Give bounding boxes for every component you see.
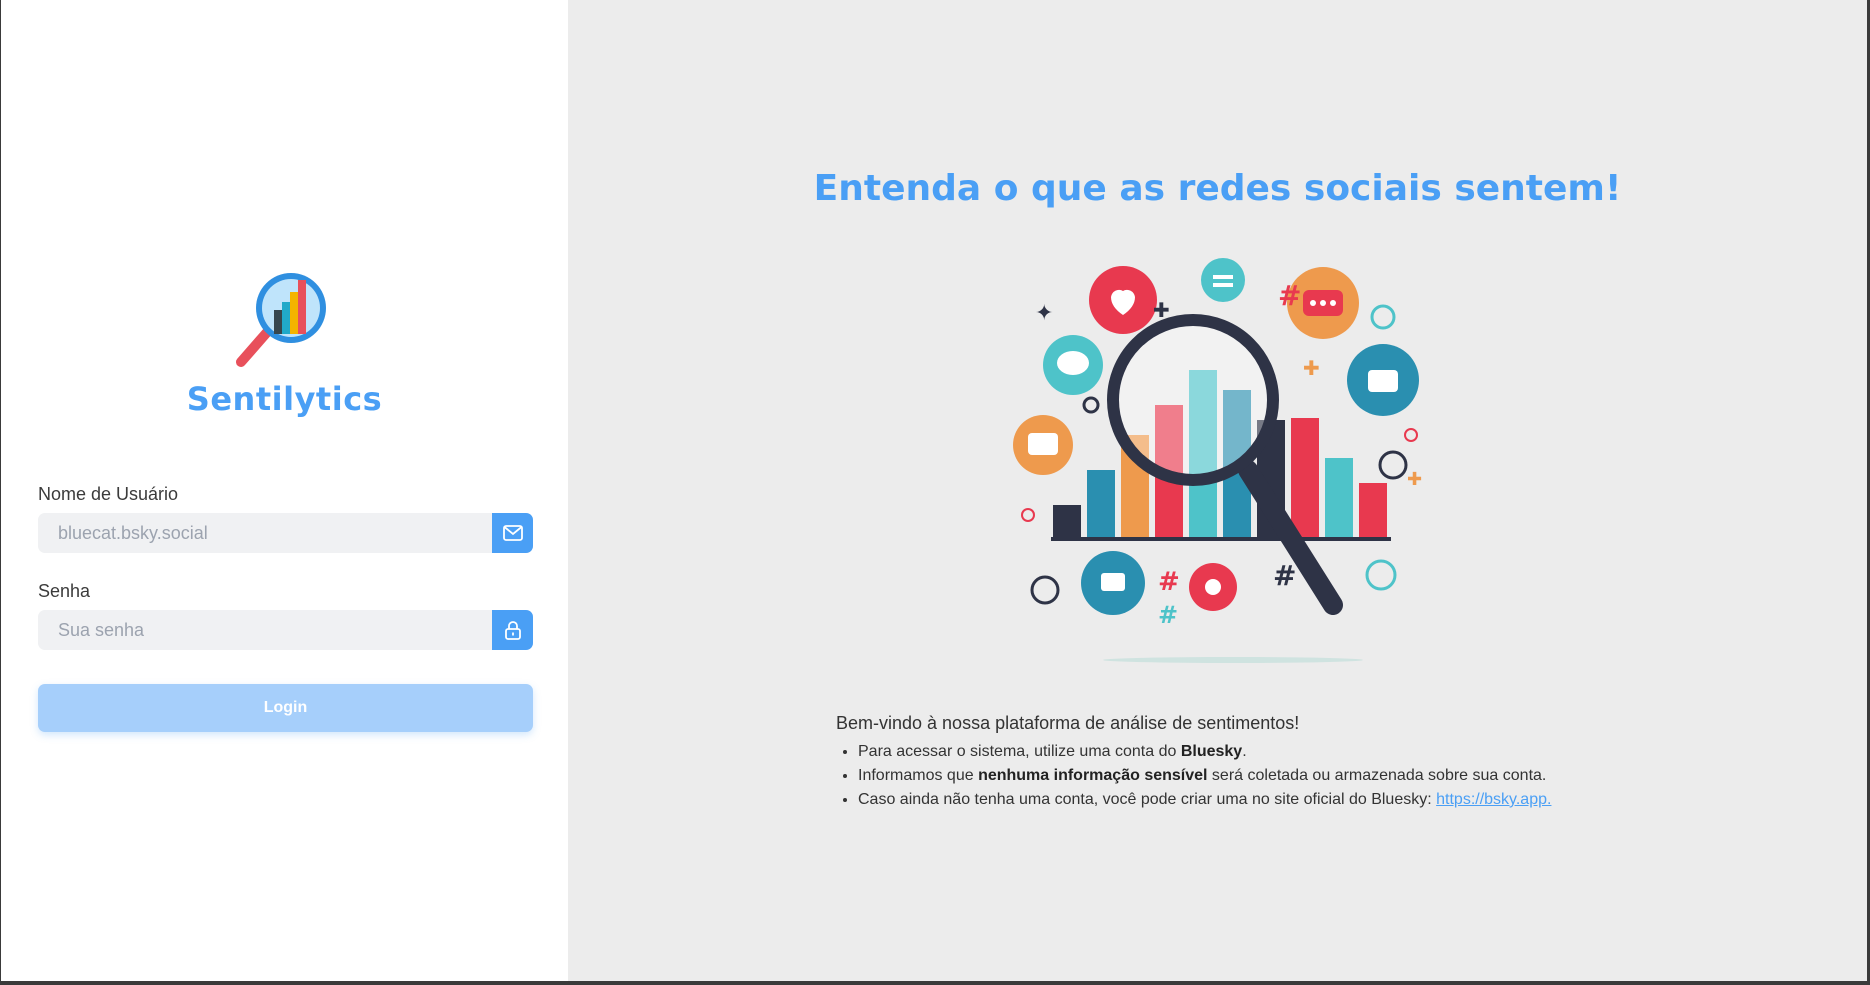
logo-icon: [233, 270, 333, 370]
mail-icon[interactable]: [492, 513, 533, 553]
svg-text:#: #: [1158, 567, 1180, 597]
lock-icon[interactable]: [492, 610, 533, 650]
password-input[interactable]: [38, 610, 488, 650]
hero-headline: Entenda o que as redes sociais sentem!: [813, 168, 1622, 209]
username-input[interactable]: [38, 513, 488, 553]
svg-text:✚: ✚: [1303, 358, 1320, 380]
app-window: Sentilytics Nome de Usuário Senha: [1, 0, 1867, 981]
info-list: Para acessar o sistema, utilize uma cont…: [836, 740, 1656, 812]
info-bullet-signup: Caso ainda não tenha uma conta, você pod…: [858, 788, 1656, 812]
login-panel: Sentilytics Nome de Usuário Senha: [1, 0, 568, 981]
password-field-group: [38, 610, 533, 650]
svg-text:✚: ✚: [1407, 469, 1422, 489]
svg-text:#: #: [1278, 279, 1301, 312]
svg-text:✦: ✦: [1035, 300, 1053, 325]
login-button[interactable]: Login: [38, 684, 533, 732]
brand-name: Sentilytics: [186, 380, 383, 418]
password-label: Senha: [38, 581, 91, 601]
svg-text:✚: ✚: [1153, 300, 1170, 322]
username-field-group: [38, 513, 533, 553]
svg-text:#: #: [1273, 559, 1296, 592]
welcome-info: Bem-vindo à nossa plataforma de análise …: [836, 713, 1656, 812]
info-bullet-privacy: Informamos que nenhuma informação sensív…: [858, 764, 1656, 788]
username-label: Nome de Usuário: [38, 484, 179, 504]
svg-text:#: #: [1158, 601, 1178, 629]
bluesky-link[interactable]: https://bsky.app.: [1436, 791, 1551, 808]
welcome-intro: Bem-vindo à nossa plataforma de análise …: [836, 713, 1300, 733]
welcome-panel: Entenda o que as redes sociais sentem! #…: [568, 0, 1867, 981]
info-bullet-account: Para acessar o sistema, utilize uma cont…: [858, 740, 1656, 764]
social-media-sentiment-illustration: # # # # ✦ ✚ ✚ ✚: [1013, 245, 1453, 665]
